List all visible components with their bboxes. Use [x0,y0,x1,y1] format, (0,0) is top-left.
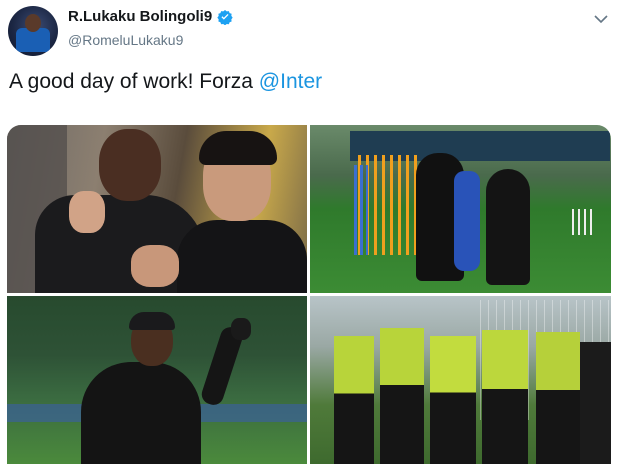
photo-players-hugging[interactable] [7,125,307,293]
huddle-player-6 [580,342,611,464]
mention-link[interactable]: @Inter [259,70,322,93]
name-row: R.Lukaku Bolingoli9 [68,8,233,25]
handle[interactable]: @RomeluLukaku9 [68,32,183,48]
player-body [81,362,201,464]
white-stakes [572,209,592,235]
huddle-player-3 [430,336,476,464]
tweet-text-body: A good day of work! Forza [9,70,259,93]
photo-player-waving[interactable] [7,296,307,464]
beanie [129,312,175,330]
photo-training-drill[interactable] [310,125,611,293]
raised-hand [231,318,251,340]
avatar[interactable] [8,6,58,56]
hand-left [69,191,105,233]
huddle-player-1 [334,336,374,464]
photo-grid [7,125,611,464]
tweet-text: A good day of work! Forza @Inter [9,70,322,94]
huddle-player-5 [536,332,580,464]
photo-team-huddle[interactable] [310,296,611,464]
avatar-head [25,14,41,32]
tweet-header: R.Lukaku Bolingoli9 @RomeluLukaku9 [0,0,630,60]
player-left-head [99,129,161,201]
blue-poles [354,165,368,255]
player-blue [454,171,480,271]
player-running-2 [486,169,530,285]
hand [131,245,179,287]
display-name[interactable]: R.Lukaku Bolingoli9 [68,8,212,25]
chevron-down-icon[interactable] [592,10,610,28]
player-right-body [177,220,307,293]
verified-badge-icon [217,9,233,25]
huddle-player-2 [380,328,424,464]
player-right-hair [199,131,277,165]
huddle-player-4 [482,330,528,464]
